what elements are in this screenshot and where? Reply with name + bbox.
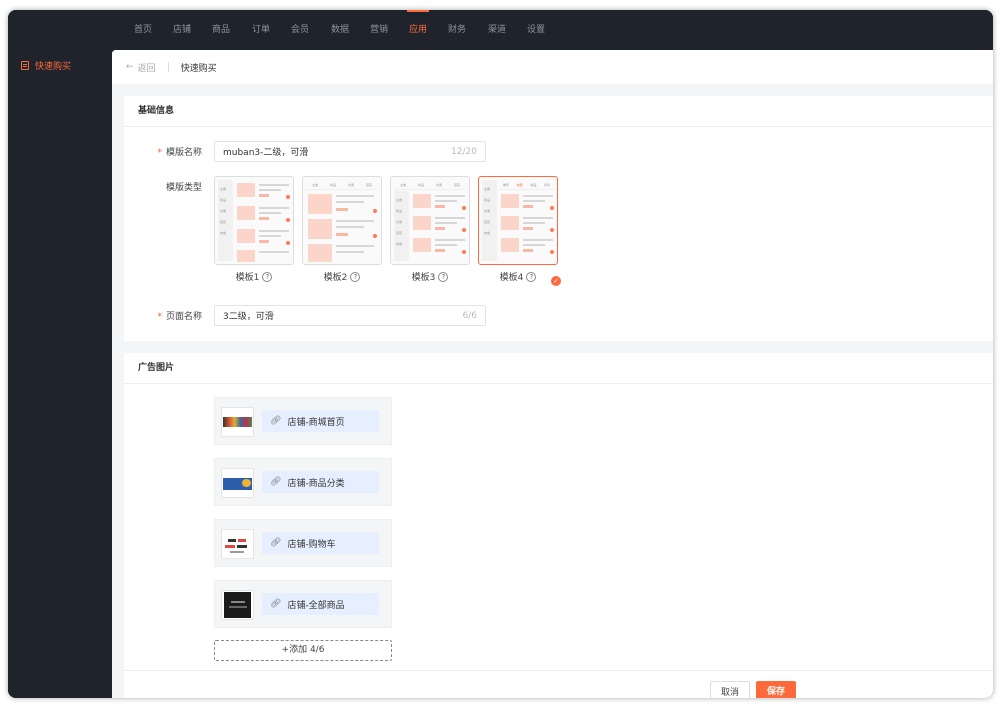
check-icon: ✓ xyxy=(551,276,561,286)
nav-item-store[interactable]: 店铺 xyxy=(167,10,197,50)
question-icon[interactable]: ? xyxy=(350,271,361,282)
template-label-1: 模板1? xyxy=(214,270,294,283)
nav-item-data[interactable]: 数据 xyxy=(325,10,355,50)
ad-thumbnail[interactable] xyxy=(221,529,254,559)
template-preview-3: 主推 新品 水果 蔬菜 主推 新品 水果 蔬菜 肉禽 xyxy=(390,176,470,265)
question-icon[interactable]: ? xyxy=(438,271,449,282)
main-content: ← 返回 快速购买 基础信息 * 模版名称 muban3-二级，可滑 12/20 … xyxy=(112,50,993,698)
required-mark: * xyxy=(157,148,162,158)
question-icon[interactable]: ? xyxy=(262,271,273,282)
arrow-left-icon: ← xyxy=(126,62,134,72)
template-label-3: 模板3? xyxy=(390,270,470,283)
ad-item: 🔗︎ 店铺-商品分类 xyxy=(214,458,392,506)
ad-images-card: 广告图片 🔗︎ 店铺-商城首页 🔗︎ 店铺-商品分类 🔗︎ 店铺-购物车 🔗︎ … xyxy=(124,353,993,673)
template-name-value: muban3-二级，可滑 xyxy=(223,148,309,158)
link-selector[interactable]: 🔗︎ 店铺-全部商品 xyxy=(262,593,379,615)
back-button[interactable]: ← 返回 xyxy=(126,61,156,74)
template-preview-4: 推荐 热卖 新品 折扣 主推 新品 水果 蔬菜 肉禽 xyxy=(478,176,558,265)
save-button[interactable]: 保存 xyxy=(756,681,796,698)
sidebar: 快速购买 xyxy=(8,50,112,698)
page-name-counter: 6/6 xyxy=(462,310,477,321)
nav-item-settings[interactable]: 设置 xyxy=(521,10,551,50)
template-option-2[interactable]: 主推 新品 水果 蔬菜 模板2? xyxy=(302,176,382,283)
nav-item-marketing[interactable]: 营销 xyxy=(364,10,394,50)
link-selector[interactable]: 🔗︎ 店铺-商品分类 xyxy=(262,471,379,493)
sidebar-item-label: 快速购买 xyxy=(35,62,72,72)
template-name-counter: 12/20 xyxy=(451,146,477,157)
doc-icon xyxy=(21,61,29,70)
page-title: 快速购买 xyxy=(180,63,217,74)
ad-thumbnail[interactable] xyxy=(221,590,254,620)
ad-thumbnail[interactable] xyxy=(221,468,254,498)
template-type-label: 模版类型 xyxy=(165,183,202,193)
template-preview-1: 主推 新品 水果 蔬菜 肉禽 xyxy=(214,176,294,265)
template-option-3[interactable]: 主推 新品 水果 蔬菜 主推 新品 水果 蔬菜 肉禽 模板3? xyxy=(390,176,470,283)
page-name-label: * 页面名称 xyxy=(157,312,202,322)
breadcrumb-divider xyxy=(167,62,169,72)
app-window: 首页 店铺 商品 订单 会员 数据 营销 应用 财务 渠道 设置 快速购买 ← … xyxy=(8,10,993,698)
link-label: 店铺-商城首页 xyxy=(287,417,345,428)
top-nav: 首页 店铺 商品 订单 会员 数据 营销 应用 财务 渠道 设置 xyxy=(8,10,993,50)
template-preview-2: 主推 新品 水果 蔬菜 xyxy=(302,176,382,265)
question-icon[interactable]: ? xyxy=(526,271,537,282)
ad-item: 🔗︎ 店铺-商城首页 xyxy=(214,397,392,445)
link-label: 店铺-全部商品 xyxy=(287,600,345,611)
template-label-4: 模板4? xyxy=(478,270,558,283)
link-selector[interactable]: 🔗︎ 店铺-购物车 xyxy=(262,532,379,554)
ad-thumbnail[interactable] xyxy=(221,407,254,437)
template-label-2: 模板2? xyxy=(302,270,382,283)
template-option-4[interactable]: 推荐 热卖 新品 折扣 主推 新品 水果 蔬菜 肉禽 ✓ 模板4? xyxy=(478,176,561,286)
link-label: 店铺-商品分类 xyxy=(287,478,345,489)
ad-item: 🔗︎ 店铺-全部商品 xyxy=(214,580,392,628)
link-icon: 🔗︎ xyxy=(270,477,282,487)
cancel-button[interactable]: 取消 xyxy=(710,681,750,698)
template-name-row: * 模版名称 muban3-二级，可滑 12/20 xyxy=(124,141,486,162)
page-name-input[interactable]: 3二级，可滑 6/6 xyxy=(214,305,486,326)
nav-item-apps[interactable]: 应用 xyxy=(403,10,433,50)
template-name-input[interactable]: muban3-二级，可滑 12/20 xyxy=(214,141,486,162)
template-option-1[interactable]: 主推 新品 水果 蔬菜 肉禽 模板1? xyxy=(214,176,294,283)
nav-item-orders[interactable]: 订单 xyxy=(246,10,276,50)
sidebar-item-quick-buy[interactable]: 快速购买 xyxy=(21,59,71,72)
page-name-row: * 页面名称 3二级，可滑 6/6 xyxy=(124,305,486,326)
link-selector[interactable]: 🔗︎ 店铺-商城首页 xyxy=(262,410,379,432)
back-label: 返回 xyxy=(137,63,156,74)
nav-item-channels[interactable]: 渠道 xyxy=(482,10,512,50)
required-mark: * xyxy=(157,312,162,322)
link-icon: 🔗︎ xyxy=(270,599,282,609)
section-title-ad-images: 广告图片 xyxy=(124,353,993,384)
link-icon: 🔗︎ xyxy=(270,416,282,426)
nav-item-home[interactable]: 首页 xyxy=(128,10,158,50)
nav-item-members[interactable]: 会员 xyxy=(285,10,315,50)
nav-item-finance[interactable]: 财务 xyxy=(442,10,472,50)
footer-bar: 取消 保存 xyxy=(124,670,993,698)
link-icon: 🔗︎ xyxy=(270,538,282,548)
basic-info-card: 基础信息 * 模版名称 muban3-二级，可滑 12/20 模版类型 主推 新品水… xyxy=(124,96,993,341)
page-name-value: 3二级，可滑 xyxy=(223,312,274,322)
link-label: 店铺-购物车 xyxy=(287,539,336,550)
template-type-row: 模版类型 xyxy=(124,180,214,193)
template-name-label: * 模版名称 xyxy=(157,148,202,158)
section-title-basic-info: 基础信息 xyxy=(124,96,993,127)
ad-item: 🔗︎ 店铺-购物车 xyxy=(214,519,392,567)
add-image-button[interactable]: +添加 4/6 xyxy=(214,640,392,661)
breadcrumb: ← 返回 快速购买 xyxy=(112,50,993,84)
nav-item-goods[interactable]: 商品 xyxy=(206,10,236,50)
